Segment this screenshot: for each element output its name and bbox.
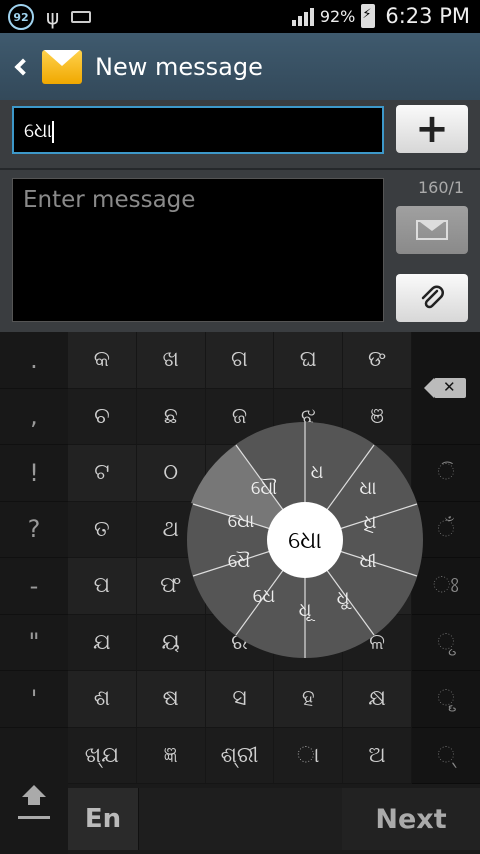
vowel-sign-key[interactable]: ◌୍ <box>412 728 480 784</box>
shift-underline <box>18 816 50 819</box>
letter-key[interactable]: ଜ୍ଞ <box>137 727 206 783</box>
add-recipient-button[interactable]: + <box>396 105 468 153</box>
page-title: New message <box>95 52 263 81</box>
punct-key[interactable]: ? <box>0 501 68 558</box>
recipient-input[interactable]: ଧୋ <box>12 106 384 154</box>
letter-key[interactable]: ଯ <box>68 614 137 670</box>
punct-key[interactable]: ! <box>0 445 68 502</box>
shift-key[interactable] <box>0 728 68 854</box>
backspace-icon <box>424 378 466 398</box>
space-key[interactable] <box>138 788 342 850</box>
letter-key[interactable]: ଷ <box>137 671 206 727</box>
letter-key[interactable]: ହ <box>274 671 344 727</box>
key-row: ଶ ଷ ସ ହ କ୍ଷ <box>68 671 412 728</box>
punct-key[interactable]: - <box>0 558 68 615</box>
recipient-value: ଧୋ <box>24 118 53 142</box>
letter-key[interactable]: ଘ <box>274 332 344 388</box>
radial-option[interactable]: ଧୁ <box>337 587 350 609</box>
radial-option[interactable]: ଧୈ <box>228 550 250 572</box>
radial-center-preview[interactable]: ଧୋ <box>267 502 343 578</box>
back-icon[interactable] <box>14 58 32 75</box>
radial-option[interactable]: ଧେ <box>253 585 275 607</box>
char-counter: 160/1 <box>418 178 465 197</box>
letter-key[interactable]: ଶ୍ରୀ <box>206 727 275 783</box>
letter-key[interactable]: ଶ <box>68 671 137 727</box>
attach-button[interactable] <box>396 274 468 322</box>
keyboard-icon <box>71 11 92 23</box>
app-header: New message <box>0 33 480 100</box>
radial-option[interactable]: ଧି <box>364 511 377 533</box>
letter-key[interactable]: ଅ <box>343 727 412 783</box>
send-button[interactable] <box>396 206 468 254</box>
shift-arrow-icon <box>22 785 46 805</box>
punctuation-column: . , ! ? - " ' <box>0 332 68 784</box>
status-left: 92 ψ <box>8 4 92 30</box>
notification-badge: 92 <box>8 4 34 30</box>
radial-option[interactable]: ଧୂ <box>299 599 312 621</box>
paperclip-icon <box>421 285 444 309</box>
letter-key[interactable]: ଙ <box>343 332 412 388</box>
language-key[interactable]: En <box>68 788 138 850</box>
punct-key[interactable]: ' <box>0 671 68 728</box>
letter-key[interactable]: ଗ <box>206 332 275 388</box>
compose-area: ଧୋ + Enter message 160/1 <box>0 100 480 332</box>
radial-option[interactable]: ଧା <box>359 477 376 499</box>
radial-option[interactable]: ଧୌ <box>251 477 277 499</box>
radial-option[interactable]: ଧ <box>311 461 324 483</box>
keyboard-bottom-row: En Next <box>0 728 480 854</box>
usb-icon: ψ <box>46 5 60 29</box>
punct-key[interactable]: " <box>0 614 68 671</box>
letter-key[interactable]: ଖ <box>137 332 206 388</box>
letter-key[interactable]: କ୍ଷ <box>343 671 412 727</box>
status-bar: 92 ψ 92% 6:23 PM <box>0 0 480 33</box>
key-row: ଖ୍ଯ ଜ୍ଞ ଶ୍ରୀ ◌ା ଅ <box>68 727 412 784</box>
punct-key[interactable]: , <box>0 388 68 445</box>
mail-icon <box>42 49 82 84</box>
signal-icon <box>291 6 314 26</box>
battery-percent: 92% <box>319 6 356 26</box>
key-row: କ ଖ ଗ ଘ ଙ <box>68 332 412 389</box>
radial-vowel-popup: ଧ ଧା ଧି ଧୀ ଧୁ ଧୂ ଧେ ଧୈ ଧୋ ଧୌ ଧୋ <box>185 420 425 660</box>
battery-charging-icon <box>361 4 376 28</box>
letter-key[interactable]: ତ <box>68 501 137 557</box>
letter-key[interactable]: କ <box>68 332 137 388</box>
punct-key[interactable]: . <box>0 332 68 389</box>
radial-option[interactable]: ଧୋ <box>228 510 255 532</box>
letter-key[interactable]: ପ <box>68 558 137 614</box>
divider <box>0 168 480 170</box>
letter-key[interactable]: ଚ <box>68 388 137 444</box>
letter-key[interactable]: ସ <box>206 671 275 727</box>
plus-icon: + <box>415 106 449 152</box>
text-caret <box>52 120 55 143</box>
send-icon <box>416 220 448 240</box>
radial-option[interactable]: ଧୀ <box>359 550 376 572</box>
letter-key[interactable]: ◌ା <box>274 727 344 783</box>
status-right: 92% 6:23 PM <box>291 4 470 28</box>
message-input[interactable]: Enter message <box>12 178 384 322</box>
letter-key[interactable]: ଖ୍ଯ <box>68 727 137 783</box>
clock: 6:23 PM <box>385 4 470 28</box>
letter-key[interactable]: ଟ <box>68 445 137 501</box>
next-key[interactable]: Next <box>342 788 480 850</box>
vowel-sign-key[interactable]: ◌ୄ <box>412 671 480 728</box>
